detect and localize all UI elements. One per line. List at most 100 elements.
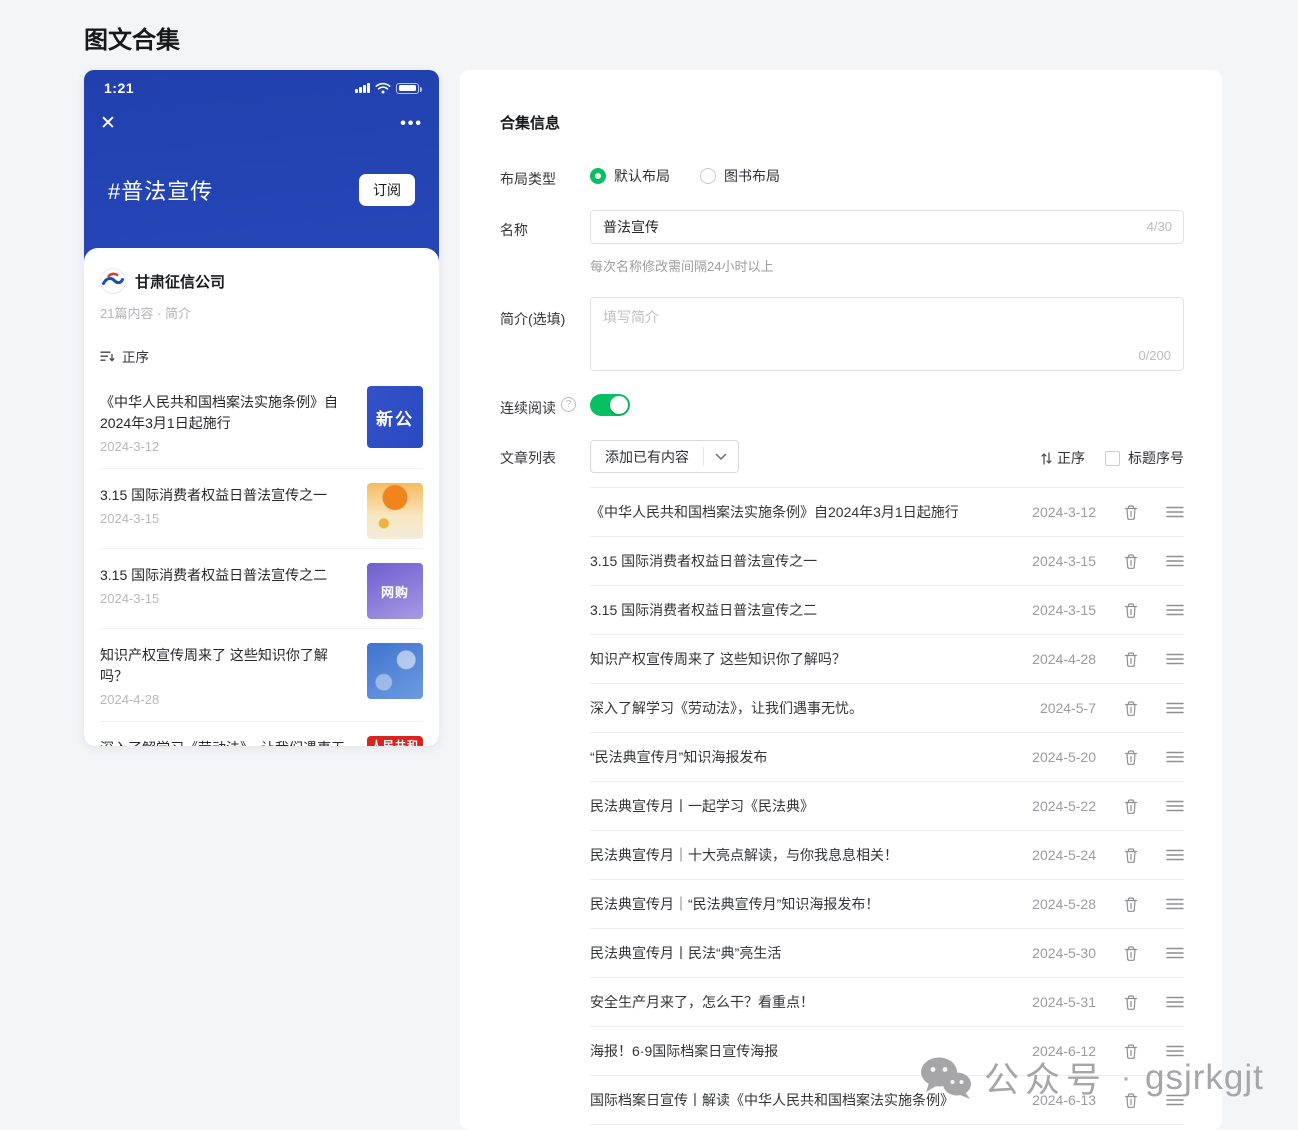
- preview-article-item[interactable]: 3.15 国际消费者权益日普法宣传之一 2024-3-15: [100, 469, 423, 549]
- drag-handle-icon[interactable]: [1166, 702, 1184, 714]
- phone-preview: 1:21 ✕ ••• #普法宣传 订阅 甘肃征信公司 21篇内容 · 简介: [84, 70, 439, 746]
- drag-handle-icon[interactable]: [1166, 604, 1184, 616]
- article-title: “民法典宣传月”知识海报发布: [590, 747, 1016, 767]
- more-icon[interactable]: •••: [400, 116, 423, 132]
- article-title: 3.15 国际消费者权益日普法宣传之一: [590, 551, 1016, 571]
- phone-content-card: 甘肃征信公司 21篇内容 · 简介 正序 《中华人民共和国档案法实施条例》自20…: [84, 248, 439, 746]
- delete-button[interactable]: [1123, 602, 1139, 619]
- delete-button[interactable]: [1123, 553, 1139, 570]
- table-row: 知识产权宣传周来了 这些知识你了解吗？ 2024-4-28: [590, 635, 1184, 684]
- table-row: 民法典宣传月丨一起学习《民法典》 2024-5-22: [590, 782, 1184, 831]
- table-row: 3.15 国际消费者权益日普法宣传之一 2024-3-15: [590, 537, 1184, 586]
- watermark-label: 公众号: [984, 1052, 1107, 1103]
- sort-lines-icon: [100, 350, 115, 363]
- drag-handle-icon[interactable]: [1166, 947, 1184, 959]
- watermark-separator: ·: [1121, 1061, 1131, 1095]
- description-char-counter: 0/200: [1138, 348, 1171, 363]
- article-thumbnail: [367, 483, 423, 539]
- article-date: 2024-3-15: [1016, 553, 1096, 569]
- drag-handle-icon[interactable]: [1166, 506, 1184, 518]
- drag-handle-icon[interactable]: [1166, 555, 1184, 567]
- delete-button[interactable]: [1123, 847, 1139, 864]
- help-icon[interactable]: ?: [561, 397, 576, 412]
- article-date: 2024-5-31: [1016, 994, 1096, 1010]
- status-time: 1:21: [104, 80, 134, 96]
- drag-handle-icon[interactable]: [1166, 996, 1184, 1008]
- preview-article-date: 2024-3-12: [100, 439, 355, 454]
- thumbnail-text: 新公: [376, 405, 414, 430]
- description-input[interactable]: [591, 298, 1183, 350]
- article-date: 2024-5-20: [1016, 749, 1096, 765]
- article-date: 2024-5-7: [1016, 700, 1096, 716]
- article-table: 《中华人民共和国档案法实施条例》自2024年3月1日起施行 2024-3-12 …: [590, 487, 1184, 1125]
- subscribe-button[interactable]: 订阅: [359, 174, 415, 206]
- delete-button[interactable]: [1123, 504, 1139, 521]
- delete-button[interactable]: [1123, 896, 1139, 913]
- battery-icon: [396, 83, 419, 94]
- preview-article-date: 2024-4-28: [100, 692, 355, 707]
- preview-article-item[interactable]: 知识产权宣传周来了 这些知识你了解吗？ 2024-4-28: [100, 629, 423, 722]
- sort-arrows-icon: [1041, 452, 1052, 465]
- wifi-icon: [375, 82, 391, 94]
- article-date: 2024-5-24: [1016, 847, 1096, 863]
- title-numbering-control[interactable]: 标题序号: [1105, 448, 1184, 468]
- preview-article-date: 2024-3-15: [100, 511, 355, 526]
- article-date: 2024-5-30: [1016, 945, 1096, 961]
- radio-unselected-icon[interactable]: [700, 168, 716, 184]
- delete-button[interactable]: [1123, 798, 1139, 815]
- radio-book-layout-label: 图书布局: [724, 166, 780, 186]
- drag-handle-icon[interactable]: [1166, 898, 1184, 910]
- radio-default-layout[interactable]: 默认布局: [590, 166, 670, 186]
- close-icon[interactable]: ✕: [100, 114, 116, 133]
- preview-article-item[interactable]: 3.15 国际消费者权益日普法宣传之二 2024-3-15 网购: [100, 549, 423, 629]
- delete-button[interactable]: [1123, 700, 1139, 717]
- account-logo-icon: [100, 268, 126, 294]
- name-hint: 每次名称修改需间隔24小时以上: [590, 256, 773, 275]
- chevron-down-icon[interactable]: [704, 441, 738, 472]
- account-meta[interactable]: 21篇内容 · 简介: [100, 303, 423, 322]
- preview-article-date: 2024-3-15: [100, 591, 355, 606]
- drag-handle-icon[interactable]: [1166, 653, 1184, 665]
- drag-handle-icon[interactable]: [1166, 849, 1184, 861]
- phone-status-bar: 1:21: [84, 80, 439, 96]
- article-thumbnail: [367, 643, 423, 699]
- continuous-reading-toggle[interactable]: [590, 394, 630, 416]
- status-icons: [355, 82, 419, 94]
- drag-handle-icon[interactable]: [1166, 800, 1184, 812]
- radio-selected-icon[interactable]: [590, 168, 606, 184]
- delete-button[interactable]: [1123, 651, 1139, 668]
- article-date: 2024-4-28: [1016, 651, 1096, 667]
- preview-article-item[interactable]: 深入了解学习《劳动法》，让我们遇事无忧。 2024-5-7 人民共和 劳 动 法: [100, 722, 423, 746]
- preview-article-item[interactable]: 《中华人民共和国档案法实施条例》自2024年3月1日起施行 2024-3-12 …: [100, 372, 423, 469]
- article-date: 2024-3-15: [1016, 602, 1096, 618]
- section-title: 合集信息: [500, 112, 560, 133]
- thumbnail-text: 人民共和: [371, 737, 419, 746]
- title-numbering-label: 标题序号: [1128, 448, 1184, 468]
- table-row: 《中华人民共和国档案法实施条例》自2024年3月1日起施行 2024-3-12: [590, 488, 1184, 537]
- table-row: 民法典宣传月丨民法“典”亮生活 2024-5-30: [590, 929, 1184, 978]
- table-row: 安全生产月来了，怎么干？看重点！ 2024-5-31: [590, 978, 1184, 1027]
- name-input[interactable]: [590, 210, 1184, 244]
- drag-handle-icon[interactable]: [1166, 751, 1184, 763]
- list-sort-control[interactable]: 正序: [1041, 448, 1085, 468]
- wechat-icon: [920, 1056, 972, 1100]
- delete-button[interactable]: [1123, 945, 1139, 962]
- radio-book-layout[interactable]: 图书布局: [700, 166, 780, 186]
- delete-button[interactable]: [1123, 749, 1139, 766]
- article-title: 民法典宣传月｜十大亮点解读，与你我息息相关！: [590, 845, 1016, 865]
- article-title: 知识产权宣传周来了 这些知识你了解吗？: [590, 649, 1016, 669]
- preview-sort-control[interactable]: 正序: [100, 346, 423, 366]
- article-date: 2024-3-12: [1016, 504, 1096, 520]
- page-title: 图文合集: [84, 20, 180, 55]
- article-title: 3.15 国际消费者权益日普法宣传之二: [590, 600, 1016, 620]
- article-thumbnail: 网购: [367, 563, 423, 619]
- preview-article-title: 3.15 国际消费者权益日普法宣传之一: [100, 485, 355, 506]
- collection-title: #普法宣传: [108, 174, 213, 206]
- collection-info-panel: 合集信息 布局类型 默认布局 图书布局 名称 4/30 每次名称修改需间隔24小…: [460, 70, 1222, 1130]
- add-content-button[interactable]: 添加已有内容: [590, 440, 739, 473]
- delete-button[interactable]: [1123, 994, 1139, 1011]
- checkbox-icon[interactable]: [1105, 451, 1120, 466]
- layout-type-label: 布局类型: [500, 169, 556, 189]
- article-title: 民法典宣传月丨民法“典”亮生活: [590, 943, 1016, 963]
- preview-article-list: 《中华人民共和国档案法实施条例》自2024年3月1日起施行 2024-3-12 …: [100, 372, 423, 746]
